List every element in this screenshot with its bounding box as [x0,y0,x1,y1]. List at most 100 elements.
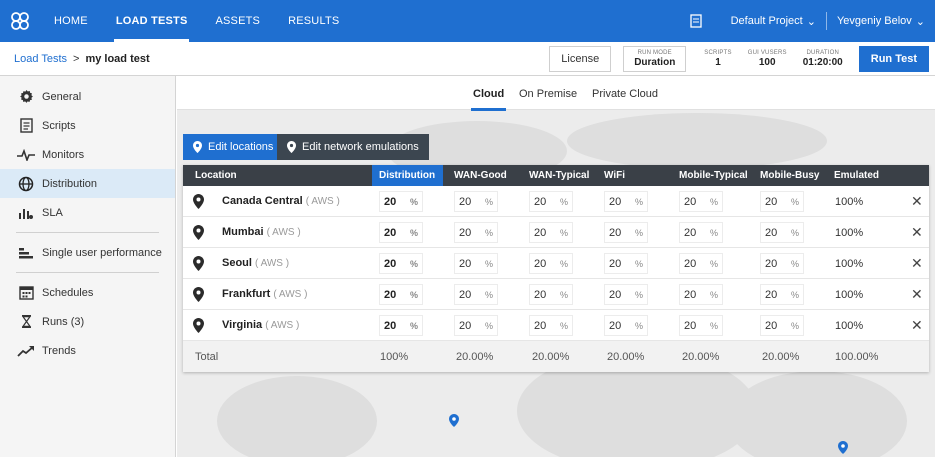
sidebar-item-schedules[interactable]: Schedules [0,278,175,307]
sidebar-item-single-user-performance[interactable]: Single user performance [0,238,175,267]
table-row: Seoul ( AWS ) 20% 20% 20% 20% 20% 20% 100% ✕ [183,248,929,279]
nav-home[interactable]: HOME [40,0,102,42]
sidebar-item-scripts[interactable]: Scripts [0,111,175,140]
edit-network-emulations-button[interactable]: Edit network emulations [277,134,429,160]
calendar-icon [16,285,36,301]
run-mode-selector[interactable]: RUN MODE Duration [623,45,687,72]
remove-location-icon[interactable]: ✕ [911,317,923,334]
sidebar-item-runs[interactable]: Runs (3) [0,307,175,336]
sidebar-item-general[interactable]: General [0,82,175,111]
wan-typical-input[interactable]: 20% [529,222,573,243]
location-provider: ( AWS ) [273,289,308,300]
sidebar-item-sla[interactable]: SLA [0,198,175,227]
location-name: Seoul ( AWS ) [222,257,289,269]
scripts-count: SCRIPTS 1 [696,50,739,68]
mobile-typical-input[interactable]: 20% [679,284,723,305]
gear-icon [16,89,36,105]
run-test-button[interactable]: Run Test [858,45,929,72]
sidebar-item-monitors[interactable]: Monitors [0,140,175,169]
emulated-value: 100% [835,320,864,332]
mobile-typical-input[interactable]: 20% [679,191,723,212]
map-location-pin-icon[interactable] [838,441,848,454]
edit-network-label: Edit network emulations [302,141,419,153]
percent-sign: % [484,320,493,331]
distribution-input[interactable]: 20% [379,315,423,336]
app-logo-icon[interactable] [0,0,40,42]
sidebar-item-distribution[interactable]: Distribution [0,169,175,198]
wan-typical-input[interactable]: 20% [529,191,573,212]
wifi-input[interactable]: 20% [604,253,648,274]
wifi-input[interactable]: 20% [604,191,648,212]
remove-location-icon[interactable]: ✕ [911,224,923,241]
percent-sign: % [634,289,643,300]
cell-value: 20 [459,257,472,270]
wan-good-input[interactable]: 20% [454,284,498,305]
nav-load-tests[interactable]: LOAD TESTS [102,0,202,42]
wan-good-input[interactable]: 20% [454,191,498,212]
column-header: WiFi [604,170,626,181]
sidebar-item-label: General [42,90,82,103]
nav-results[interactable]: RESULTS [274,0,353,42]
mobile-busy-input[interactable]: 20% [760,191,804,212]
location-label: Mumbai [222,226,264,238]
wan-typical-input[interactable]: 20% [529,315,573,336]
edit-locations-button[interactable]: Edit locations [183,134,284,160]
wifi-input[interactable]: 20% [604,315,648,336]
gui-vusers-value: 100 [758,56,776,68]
tab-on-premise[interactable]: On Premise [519,88,577,100]
sidebar-item-trends[interactable]: Trends [0,336,175,365]
location-provider: ( AWS ) [255,258,290,269]
map-location-pin-icon[interactable] [449,414,459,427]
percent-sign: % [634,320,643,331]
total-wan-good: 20.00% [456,351,494,363]
cell-value: 20 [609,195,622,208]
total-mobile-typical: 20.00% [682,351,720,363]
cell-value: 20 [459,226,472,239]
distribution-input[interactable]: 20% [379,253,423,274]
cell-value: 20 [459,319,472,332]
mobile-busy-input[interactable]: 20% [760,284,804,305]
remove-location-icon[interactable]: ✕ [911,193,923,210]
location-name: Canada Central ( AWS ) [222,195,340,207]
cell-value: 20 [765,319,778,332]
percent-sign: % [409,320,418,331]
wan-typical-input[interactable]: 20% [529,253,573,274]
column-header: WAN-Good [454,170,507,181]
mobile-busy-input[interactable]: 20% [760,315,804,336]
sidebar-item-label: Trends [42,344,76,357]
distribution-input[interactable]: 20% [379,284,423,305]
breadcrumb-load-tests[interactable]: Load Tests [14,53,67,65]
wan-good-input[interactable]: 20% [454,222,498,243]
mobile-busy-input[interactable]: 20% [760,253,804,274]
wan-good-input[interactable]: 20% [454,315,498,336]
tab-cloud[interactable]: Cloud [470,88,507,111]
nav-assets[interactable]: ASSETS [201,0,274,42]
remove-location-icon[interactable]: ✕ [911,286,923,303]
wifi-input[interactable]: 20% [604,222,648,243]
mobile-typical-input[interactable]: 20% [679,222,723,243]
license-button[interactable]: License [549,45,612,72]
sidebar-item-label: Monitors [42,148,85,161]
wan-typical-input[interactable]: 20% [529,284,573,305]
remove-location-icon[interactable]: ✕ [911,255,923,272]
distribution-input[interactable]: 20% [379,191,423,212]
mobile-typical-input[interactable]: 20% [679,315,723,336]
cell-value: 20 [459,288,472,301]
sla-chart-icon [16,205,36,221]
wan-good-input[interactable]: 20% [454,253,498,274]
total-emulated: 100.00% [835,351,879,363]
table-header: Location Distribution WAN-Good WAN-Typic… [183,165,929,186]
distribution-input[interactable]: 20% [379,222,423,243]
wifi-input[interactable]: 20% [604,284,648,305]
location-type-tabs: Cloud On Premise Private Cloud [177,76,935,111]
location-name: Mumbai ( AWS ) [222,226,301,238]
user-dropdown[interactable]: Yevgeniy Belov ⌄ [827,15,935,28]
sidebar-divider [16,272,159,273]
mobile-busy-input[interactable]: 20% [760,222,804,243]
tab-private-cloud[interactable]: Private Cloud [592,88,658,100]
notes-icon[interactable] [683,14,709,28]
location-pin-icon [193,194,204,209]
project-dropdown[interactable]: Default Project ⌄ [721,15,826,28]
location-pin-icon [193,318,204,333]
mobile-typical-input[interactable]: 20% [679,253,723,274]
